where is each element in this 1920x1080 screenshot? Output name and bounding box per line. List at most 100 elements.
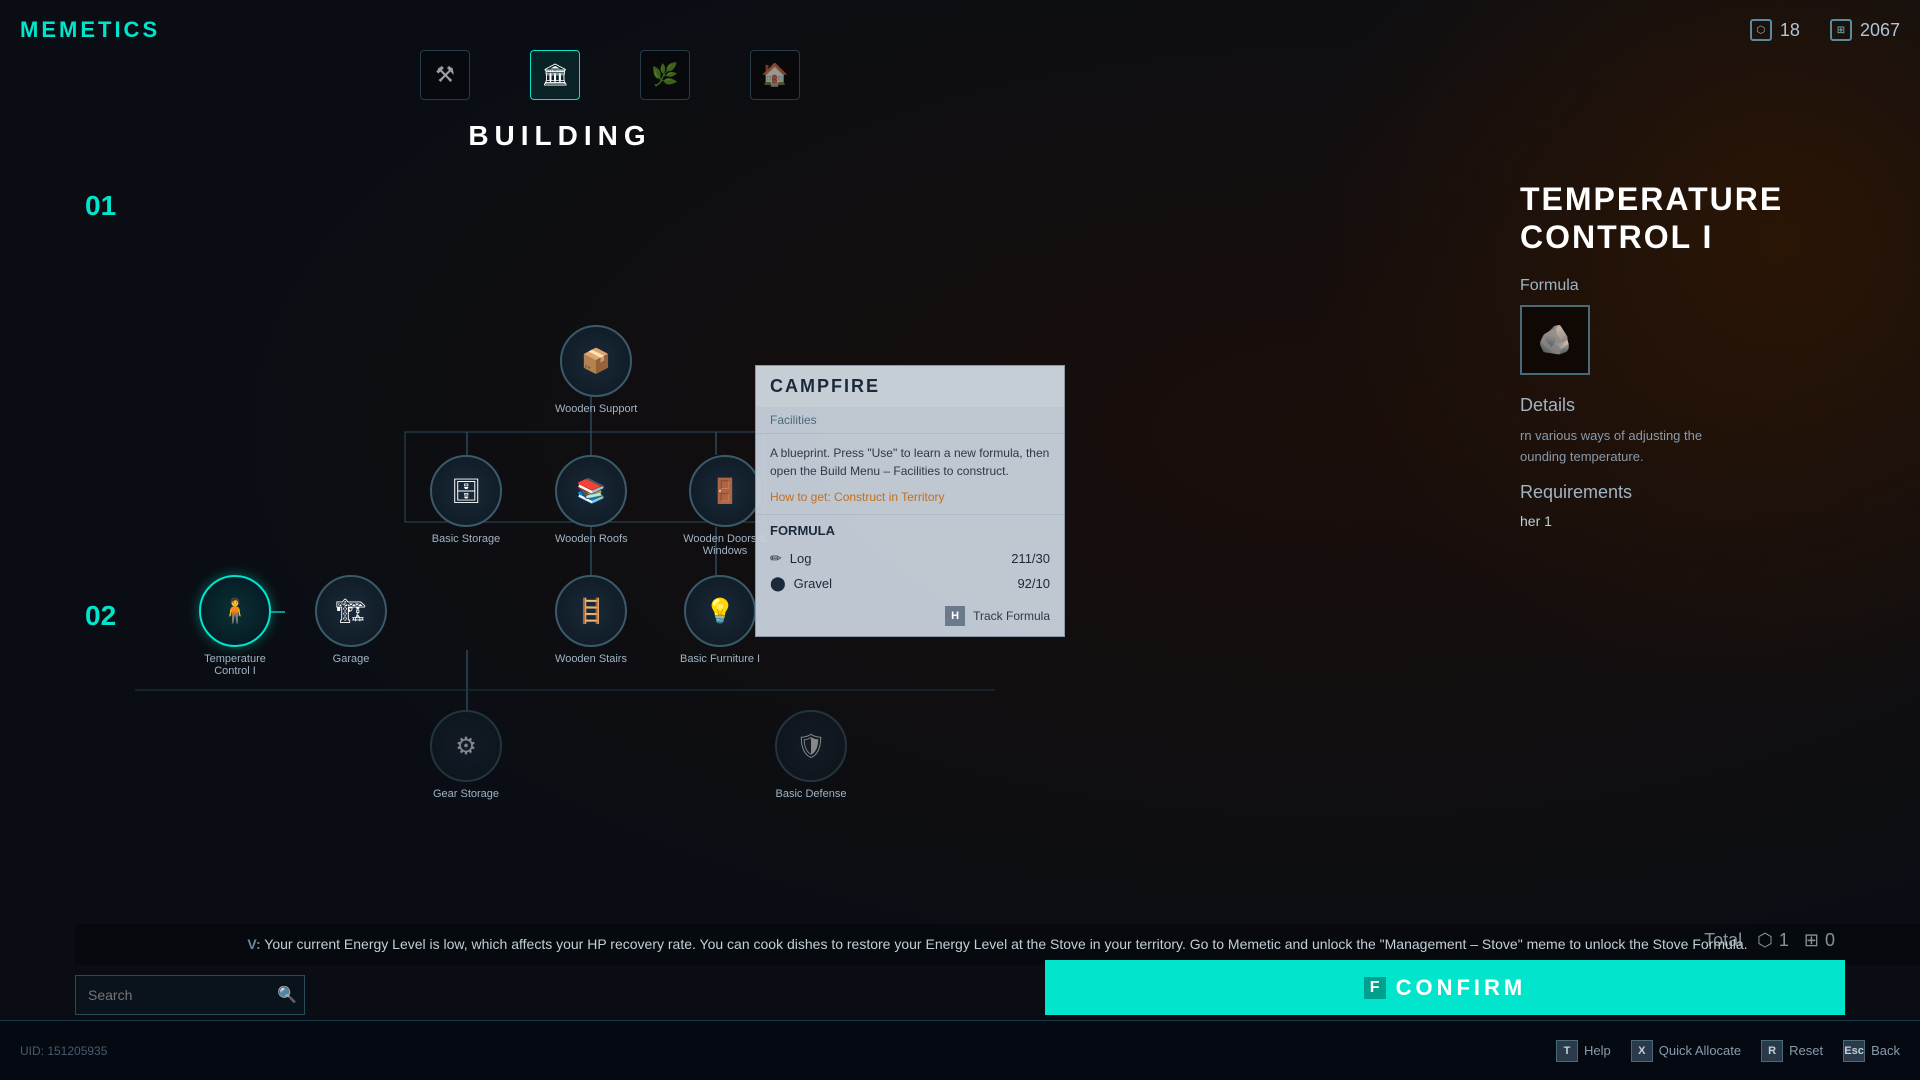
building-icon: 🏛 — [530, 50, 580, 100]
detail-description: rn various ways of adjusting theounding … — [1520, 426, 1900, 468]
wooden-stairs-label: Wooden Stairs — [555, 653, 627, 665]
details-section-title: Details — [1520, 395, 1900, 416]
requirement-item: her 1 — [1520, 513, 1900, 529]
gear-storage-circle: ⚙ — [430, 710, 502, 782]
requirements-title: Requirements — [1520, 482, 1900, 503]
log-value: 211/30 — [1011, 551, 1050, 566]
main-title: BUILDING — [200, 120, 920, 152]
basic-furniture-circle: 💡 — [684, 575, 756, 647]
memetic-icon: ⬡ — [1750, 19, 1772, 41]
log-name: Log — [790, 551, 812, 566]
bottom-message: V: Your current Energy Level is low, whi… — [75, 924, 1920, 965]
temperature-control-circle: 🧍 — [199, 575, 271, 647]
formula-icon-box: 🪨 — [1520, 305, 1590, 375]
detail-title-text: TEMPERATURECONTROL I — [1520, 181, 1783, 255]
nav-actions: T Help X Quick Allocate R Reset Esc Back — [1556, 1040, 1900, 1062]
back-label: Back — [1871, 1043, 1900, 1058]
currency-value: 2067 — [1860, 20, 1900, 41]
stat-currency: ⊞ 2067 — [1830, 19, 1900, 41]
category-tabs: ⚒ 🏛 🌿 🏠 — [300, 50, 920, 100]
logo-text: MEMETICS — [20, 17, 160, 43]
tooltip-resource-gravel: ⬤ Gravel 92/10 — [756, 571, 1064, 596]
header-stats: ⬡ 18 ⊞ 2067 — [1750, 19, 1900, 41]
uid-text: UID: 151205935 — [20, 1044, 107, 1058]
help-key: T — [1556, 1040, 1578, 1062]
basic-defense-label: Basic Defense — [776, 788, 847, 800]
tools-icon: ⚒ — [420, 50, 470, 100]
node-basic-furniture[interactable]: 💡 Basic Furniture I — [680, 575, 760, 665]
quick-allocate-label: Quick Allocate — [1659, 1043, 1741, 1058]
nav-back[interactable]: Esc Back — [1843, 1040, 1900, 1062]
quick-allocate-key: X — [1631, 1040, 1653, 1062]
tab-housing[interactable]: 🏠 — [750, 50, 800, 100]
node-garage[interactable]: 🏗 Garage — [315, 575, 387, 665]
garage-circle: 🏗 — [315, 575, 387, 647]
confirm-key: F — [1364, 977, 1386, 999]
search-input[interactable] — [88, 987, 269, 1003]
right-panel: TEMPERATURECONTROL I Formula 🪨 Details r… — [1500, 160, 1920, 960]
tooltip-resource-log: ✏ Log 211/30 — [756, 546, 1064, 571]
search-bar: 🔍 — [75, 975, 305, 1015]
wooden-support-label: Wooden Support — [555, 403, 637, 415]
help-label: Help — [1584, 1043, 1611, 1058]
wooden-roofs-circle: 📚 — [555, 455, 627, 527]
nav-quick-allocate[interactable]: X Quick Allocate — [1631, 1040, 1741, 1062]
tooltip-title: CAMPFIRE — [756, 366, 1064, 407]
nav-reset[interactable]: R Reset — [1761, 1040, 1823, 1062]
node-wooden-roofs[interactable]: 📚 Wooden Roofs — [555, 455, 628, 545]
gear-storage-label: Gear Storage — [433, 788, 499, 800]
top-header: MEMETICS ⬡ 18 ⊞ 2067 — [0, 0, 1920, 60]
memetic-value: 18 — [1780, 20, 1800, 41]
currency-icon: ⊞ — [1830, 19, 1852, 41]
node-temperature-control[interactable]: 🧍 Temperature Control I — [190, 575, 280, 677]
detail-title: TEMPERATURECONTROL I — [1520, 180, 1900, 257]
reset-label: Reset — [1789, 1043, 1823, 1058]
nav-help[interactable]: T Help — [1556, 1040, 1611, 1062]
confirm-button[interactable]: F CONFIRM — [1045, 960, 1845, 1015]
message-prefix: V: — [247, 936, 260, 952]
node-basic-defense[interactable]: 🛡 Basic Defense — [775, 710, 847, 800]
message-text: Your current Energy Level is low, which … — [264, 936, 1747, 952]
bottom-nav: UID: 151205935 T Help X Quick Allocate R… — [0, 1020, 1920, 1080]
wooden-support-circle: 📦 — [560, 325, 632, 397]
formula-icon: 🪨 — [1538, 323, 1573, 356]
back-key: Esc — [1843, 1040, 1865, 1062]
basic-defense-circle: 🛡 — [775, 710, 847, 782]
tooltip-how-to: How to get: Construct in Territory — [756, 490, 1064, 514]
gravel-icon: ⬤ — [770, 575, 786, 592]
wooden-doors-circle: 🚪 — [689, 455, 761, 527]
resource-log-left: ✏ Log — [770, 550, 811, 567]
garage-label: Garage — [333, 653, 370, 665]
tooltip-description: A blueprint. Press "Use" to learn a new … — [756, 434, 1064, 490]
track-formula-btn[interactable]: H Track Formula — [770, 606, 1050, 626]
wooden-roofs-label: Wooden Roofs — [555, 533, 628, 545]
tab-building[interactable]: 🏛 — [530, 50, 580, 100]
node-basic-storage[interactable]: 🗄 Basic Storage — [430, 455, 502, 545]
basic-storage-circle: 🗄 — [430, 455, 502, 527]
track-label: Track Formula — [973, 609, 1050, 623]
stat-memetic-points: ⬡ 18 — [1750, 19, 1800, 41]
tab-tools[interactable]: ⚒ — [420, 50, 470, 100]
basic-storage-label: Basic Storage — [432, 533, 500, 545]
tab-nature[interactable]: 🌿 — [640, 50, 690, 100]
node-wooden-stairs[interactable]: 🪜 Wooden Stairs — [555, 575, 627, 665]
confirm-label: CONFIRM — [1396, 975, 1527, 1001]
reset-key: R — [1761, 1040, 1783, 1062]
housing-icon: 🏠 — [750, 50, 800, 100]
gravel-name: Gravel — [794, 576, 832, 591]
search-icon: 🔍 — [277, 985, 297, 1005]
log-icon: ✏ — [770, 550, 782, 567]
node-gear-storage[interactable]: ⚙ Gear Storage — [430, 710, 502, 800]
temperature-control-label: Temperature Control I — [190, 653, 280, 677]
resource-gravel-left: ⬤ Gravel — [770, 575, 832, 592]
basic-furniture-label: Basic Furniture I — [680, 653, 760, 665]
node-wooden-support[interactable]: 📦 Wooden Support — [555, 325, 637, 415]
tooltip-formula-title: FORMULA — [756, 514, 1064, 546]
gravel-value: 92/10 — [1017, 576, 1050, 591]
wooden-stairs-circle: 🪜 — [555, 575, 627, 647]
tooltip-category: Facilities — [756, 407, 1064, 434]
detail-formula-label: Formula — [1520, 277, 1900, 295]
row-label-01: 01 — [85, 190, 116, 222]
nature-icon: 🌿 — [640, 50, 690, 100]
track-key: H — [945, 606, 965, 626]
